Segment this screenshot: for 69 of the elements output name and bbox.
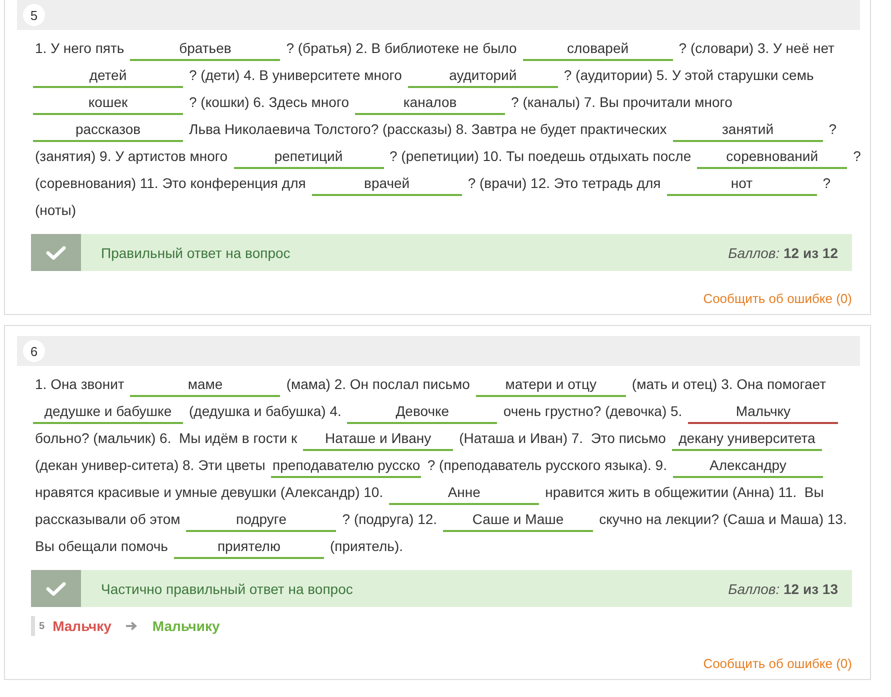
answer-field[interactable]: рассказов (33, 118, 183, 142)
answer-field[interactable]: Саше и Маше (443, 508, 594, 532)
answer-field[interactable]: репетиций (234, 145, 384, 169)
question-text: 1. У него пять (34, 39, 126, 58)
result-status: Частично правильный ответ на вопрос (101, 580, 354, 596)
question-text: (мама) 2. Он послал письмо (285, 375, 471, 394)
answer-field[interactable]: словарей (522, 37, 673, 61)
question-text: ? (братья) 2. В библиотеке не было (285, 39, 518, 58)
question-text: ? (подруга) 12. (341, 510, 438, 529)
answer-field[interactable]: детей (33, 64, 183, 88)
question-text: скучно на лекции? (Саша и Маша) 13. (598, 510, 848, 529)
question-text: ? (каналы) 7. Вы прочитали много (510, 93, 734, 112)
answer-field[interactable]: Девочке (347, 400, 498, 424)
question-text: очень грустно? (девочка) 5. (502, 402, 684, 421)
answer-field[interactable]: занятий (672, 118, 823, 142)
question-number: 5 (23, 4, 45, 26)
answer-field[interactable]: врачей (312, 172, 462, 196)
result-status: Правильный ответ на вопрос (101, 244, 292, 260)
question-text: Льва Николаевича Толстого? (рассказы) 8. Завтра не будет практических (188, 120, 668, 139)
score-text: Баллов: 12 из 13 (728, 580, 838, 596)
score-text: Баллов: 12 из 12 (728, 244, 838, 260)
answer-field[interactable]: братьев (130, 37, 280, 61)
answer-field[interactable]: Анне (389, 481, 540, 505)
question-text: ? (кошки) 6. Здесь много (188, 93, 350, 112)
question-text: (приятель). (328, 537, 404, 556)
question-text: ? (репетиции) 10. Ты поедешь отдыхать после (388, 147, 692, 166)
answer-field[interactable]: преподавателю русско (271, 454, 422, 478)
question-text: (мать и отец) 3. Она помогает (630, 375, 828, 394)
answer-field[interactable]: дедушке и бабушке (33, 400, 183, 424)
question-text: нравится жить в общежитии (Анна) 11. Вы (544, 483, 825, 502)
answer-field[interactable]: нот (666, 172, 817, 196)
question-text: рассказывали об этом (34, 510, 182, 529)
answer-field[interactable]: Александру (672, 454, 823, 478)
question-text: больно? (мальчик) 6. Мы идём в гости к (34, 429, 298, 448)
correction-number: 5 (39, 620, 45, 632)
answer-field[interactable]: кошек (33, 91, 183, 115)
question-text: ? (словари) 3. У неё нет (678, 39, 836, 58)
question-text: ? (врачи) 12. Это тетрадь для (466, 174, 662, 193)
answer-field[interactable]: матери и отцу (476, 373, 626, 397)
question-text: (занятия) 9. У артистов много (34, 147, 228, 166)
answer-field[interactable]: маме (130, 373, 280, 397)
check-icon (31, 570, 81, 607)
answer-field[interactable]: Мальчку (688, 400, 838, 424)
question-text: ? (дети) 4. В университете много (188, 66, 403, 85)
question-text: нравятся красивые и умные девушки (Александр) 10. (34, 483, 384, 502)
question-text: (дедушка и бабушка) 4. (188, 402, 342, 421)
answer-field[interactable]: приятелю (174, 535, 324, 559)
wrong-answer: Мальчку (52, 618, 112, 634)
question-text: ? (аудитории) 5. У этой старушки семь (562, 66, 815, 85)
answer-field[interactable]: Наташе и Ивану (303, 427, 454, 451)
question-text: (декан универ-ситета) 8. Эти цветы (34, 456, 266, 475)
question-text: 1. Она звонит (34, 375, 126, 394)
question-text: (ноты) (34, 201, 78, 220)
question-number: 6 (23, 340, 45, 362)
answer-field[interactable]: подруге (186, 508, 336, 532)
question-text: (Наташа и Иван) 7. Это письмо (458, 429, 667, 448)
question-text: ? (преподаватель русского языка). 9. (426, 456, 668, 475)
question-text: ? (822, 174, 832, 193)
check-icon (31, 234, 81, 271)
arrow-icon (125, 621, 138, 631)
question-text: Вы обещали помочь (34, 537, 169, 556)
answer-field[interactable]: соревнований (697, 145, 848, 169)
answer-field[interactable]: каналов (355, 91, 506, 115)
question-text: ? (852, 147, 862, 166)
question-text: (соревнования) 11. Это конференция для (34, 174, 307, 193)
correct-answer: Мальчику (152, 618, 220, 634)
question-text: ? (828, 120, 838, 139)
answer-field[interactable]: аудиторий (408, 64, 558, 88)
answer-field[interactable]: декану университета (672, 427, 822, 451)
